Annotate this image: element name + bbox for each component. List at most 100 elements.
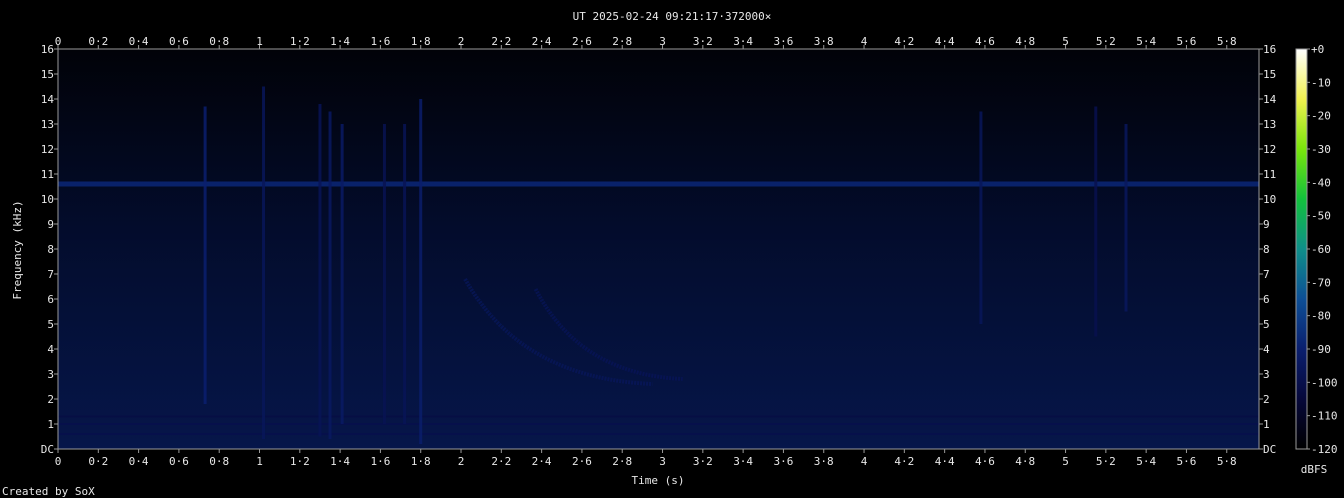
x-tick-label: 2 (458, 455, 465, 468)
y-tick-label: 11 (41, 168, 54, 181)
y-tick-label: 2 (47, 393, 54, 406)
y-tick-label: 3 (47, 368, 54, 381)
x-tick-label: 0·8 (209, 35, 229, 48)
y-tick-label: 9 (1263, 218, 1270, 231)
y-axis-label: Frequency (kHz) (11, 200, 24, 299)
impulse-line (262, 86, 266, 439)
y-tick-label: 3 (1263, 368, 1270, 381)
x-tick-label: 1·4 (330, 35, 350, 48)
x-axis-label: Time (s) (632, 474, 685, 487)
y-tick-label: 6 (47, 293, 54, 306)
y-tick-label: 13 (1263, 118, 1276, 131)
x-tick-label: 3·2 (693, 455, 713, 468)
colorbar-tick-label: -10 (1311, 76, 1331, 89)
x-tick-label: 3·6 (773, 455, 793, 468)
x-tick-label: 0·6 (169, 35, 189, 48)
x-tick-label: 2 (458, 35, 465, 48)
x-tick-label: 1·2 (290, 35, 310, 48)
x-tick-label: 5·6 (1177, 35, 1197, 48)
x-tick-label: 1·6 (370, 35, 390, 48)
credit-text: Created by SoX (2, 485, 95, 498)
y-tick-label: 9 (47, 218, 54, 231)
x-tick-label: 4·8 (1015, 455, 1035, 468)
x-tick-label: 4·6 (975, 35, 995, 48)
colorbar-tick-label: -90 (1311, 343, 1331, 356)
impulse-line (419, 99, 423, 444)
y-tick-label: 14 (1263, 93, 1277, 106)
y-tick-label: 7 (47, 268, 54, 281)
x-tick-label: 1·6 (370, 455, 390, 468)
y-tick-label: 12 (41, 143, 54, 156)
impulse-line (318, 104, 322, 437)
tone-line (58, 423, 1259, 425)
impulse-line (382, 124, 386, 424)
colorbar-tick-label: -70 (1311, 276, 1331, 289)
colorbar-tick-label: -100 (1311, 376, 1338, 389)
tone-line (58, 181, 1259, 187)
colorbar-tick-label: -30 (1311, 143, 1331, 156)
x-tick-label: 3·4 (733, 35, 753, 48)
x-tick-label: 2·6 (572, 35, 592, 48)
x-tick-label: 1·8 (411, 455, 431, 468)
x-tick-label: 5·2 (1096, 455, 1116, 468)
x-tick-label: 1·2 (290, 455, 310, 468)
y-tick-label: 14 (41, 93, 55, 106)
x-tick-label: 0·6 (169, 455, 189, 468)
tone-line (58, 415, 1259, 418)
impulse-line (203, 106, 207, 404)
y-tick-label: DC (41, 443, 54, 456)
x-tick-label: 2·6 (572, 455, 592, 468)
y-tick-label: 16 (41, 43, 54, 56)
y-tick-label: 5 (1263, 318, 1270, 331)
x-tick-label: 2·8 (612, 455, 632, 468)
x-tick-label: 4 (861, 455, 868, 468)
x-tick-label: 0·2 (88, 35, 108, 48)
y-tick-label: 8 (47, 243, 54, 256)
y-tick-label: 16 (1263, 43, 1276, 56)
x-tick-label: 4·4 (935, 455, 955, 468)
x-tick-label: 1·4 (330, 455, 350, 468)
y-tick-label: 8 (1263, 243, 1270, 256)
x-tick-label: 4·8 (1015, 35, 1035, 48)
colorbar-scale (1296, 49, 1307, 449)
x-tick-label: 5·4 (1136, 35, 1156, 48)
x-tick-label: 5·6 (1177, 455, 1197, 468)
x-tick-label: 1·8 (411, 35, 431, 48)
x-tick-label: 1 (256, 455, 263, 468)
x-tick-label: 4 (861, 35, 868, 48)
impulse-line (328, 111, 332, 439)
spectrogram-background (58, 49, 1259, 449)
colorbar-tick-label: -80 (1311, 310, 1331, 323)
y-tick-label: 7 (1263, 268, 1270, 281)
y-tick-label: 13 (41, 118, 54, 131)
x-tick-label: 4·2 (894, 455, 914, 468)
x-tick-label: 2·4 (532, 35, 552, 48)
x-tick-label: 5·2 (1096, 35, 1116, 48)
x-tick-label: 0 (55, 35, 62, 48)
x-tick-label: 3·8 (814, 35, 834, 48)
x-tick-label: 0·8 (209, 455, 229, 468)
x-tick-label: 3·2 (693, 35, 713, 48)
x-tick-label: 4·2 (894, 35, 914, 48)
x-tick-label: 0 (55, 455, 62, 468)
x-tick-label: 2·8 (612, 35, 632, 48)
x-tick-label: 0·4 (129, 455, 149, 468)
colorbar-tick-label: -120 (1311, 443, 1338, 456)
y-tick-label: 2 (1263, 393, 1270, 406)
tone-line (58, 433, 1259, 435)
chart-title: UT 2025-02-24 09:21:17·372000× (573, 10, 772, 23)
x-tick-label: 5 (1062, 35, 1069, 48)
x-tick-label: 0·2 (88, 455, 108, 468)
colorbar-tick-label: -60 (1311, 243, 1331, 256)
x-tick-label: 3·8 (814, 455, 834, 468)
y-tick-label: DC (1263, 443, 1276, 456)
x-tick-label: 4·6 (975, 455, 995, 468)
colorbar-tick-label: -40 (1311, 176, 1331, 189)
colorbar-tick-label: -20 (1311, 110, 1331, 123)
y-tick-label: 11 (1263, 168, 1276, 181)
x-tick-label: 0·4 (129, 35, 149, 48)
colorbar-tick-label: -50 (1311, 210, 1331, 223)
y-tick-label: 15 (41, 68, 54, 81)
x-tick-label: 2·2 (491, 35, 511, 48)
y-tick-label: 10 (1263, 193, 1276, 206)
